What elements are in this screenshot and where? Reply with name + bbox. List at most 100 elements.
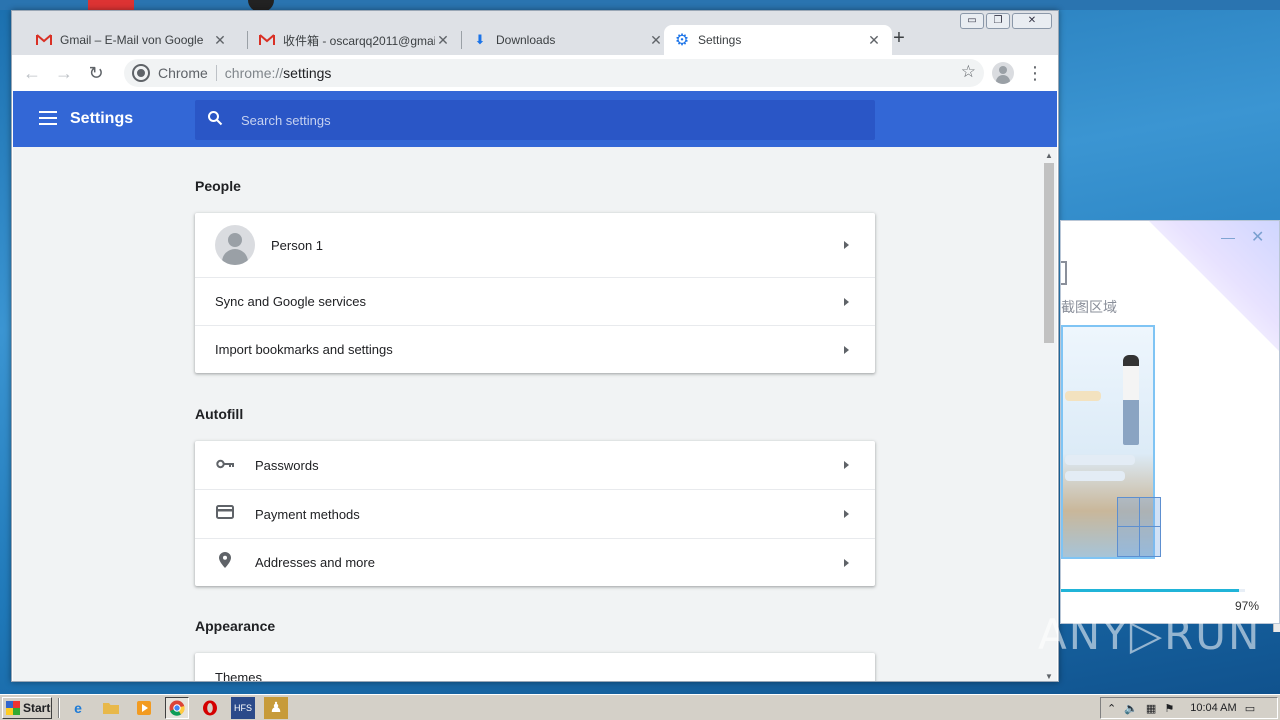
addresses-row[interactable]: Addresses and more <box>195 538 875 586</box>
chrome-icon <box>134 66 148 80</box>
reload-icon[interactable]: ↻ <box>84 61 108 85</box>
folder-icon[interactable] <box>99 697 123 719</box>
person-name: Person 1 <box>271 237 324 253</box>
section-title-autofill: Autofill <box>195 406 244 422</box>
person-figure <box>1123 355 1139 445</box>
row-label: Import bookmarks and settings <box>215 342 393 357</box>
section-title-appearance: Appearance <box>195 618 276 634</box>
scrollbar-thumb[interactable] <box>1044 163 1054 343</box>
chrome-taskbar-icon[interactable] <box>165 696 189 719</box>
person-row[interactable]: Person 1 <box>195 213 875 277</box>
url-path: settings <box>283 65 332 81</box>
credit-card-icon <box>215 504 235 524</box>
installer-caption: 截图区域 <box>1061 299 1117 315</box>
back-arrow-icon[interactable]: ← <box>20 61 44 85</box>
show-desktop-icon[interactable]: ▭ <box>1245 702 1255 715</box>
chevron-right-icon <box>844 297 849 306</box>
section-title-people: People <box>195 178 241 194</box>
sync-row[interactable]: Sync and Google services <box>195 277 875 325</box>
tab-title: 收件箱 - oscarqq2011@gmail.c <box>283 33 435 48</box>
passwords-row[interactable]: Passwords <box>195 441 875 489</box>
address-bar[interactable]: Chrome chrome:// settings ☆ <box>124 59 984 87</box>
window-controls: ▭ ❐ ✕ <box>960 13 1052 29</box>
omnibox-chip: Chrome <box>158 65 217 81</box>
import-row[interactable]: Import bookmarks and settings <box>195 325 875 373</box>
search-icon <box>195 110 235 131</box>
row-label: Addresses and more <box>255 555 375 570</box>
avatar <box>215 225 255 265</box>
tab-title: Gmail – E-Mail von Google <box>60 33 204 47</box>
location-pin-icon <box>215 552 235 573</box>
toolbar: ← → ↻ Chrome chrome:// settings ☆ ⋮ <box>12 55 1058 91</box>
close-icon[interactable]: ✕ <box>212 32 228 49</box>
download-icon: ⬇ <box>474 32 486 47</box>
close-icon[interactable]: ✕ <box>866 32 882 49</box>
close-icon[interactable]: ✕ <box>648 32 664 49</box>
kebab-menu-icon[interactable]: ⋮ <box>1026 61 1044 85</box>
progress-fill <box>1061 589 1240 592</box>
people-card: Person 1 Sync and Google services Import… <box>195 213 875 373</box>
chevron-right-icon <box>844 558 849 567</box>
bracket-icon <box>1061 261 1067 285</box>
close-icon[interactable]: ✕ <box>1251 227 1264 247</box>
themes-row[interactable]: Themes <box>195 653 875 682</box>
minimize-icon[interactable]: — <box>1221 229 1235 245</box>
app-icon[interactable]: HFS <box>231 696 255 719</box>
opera-icon[interactable] <box>198 697 222 719</box>
gmail-icon <box>36 32 52 48</box>
clock: 10:04 AM <box>1190 702 1237 714</box>
row-label: Themes <box>215 669 262 682</box>
start-label: Start <box>23 700 51 715</box>
scrollbar[interactable]: ▲ ▼ <box>1041 147 1057 681</box>
forward-arrow-icon[interactable]: → <box>52 61 76 85</box>
autofill-card: Passwords Payment methods Addresses and … <box>195 441 875 586</box>
scroll-down-icon[interactable]: ▼ <box>1045 672 1053 681</box>
chrome-window: ▭ ❐ ✕ Gmail – E-Mail von Google ✕ 收件箱 - … <box>11 10 1059 682</box>
tab-strip: ▭ ❐ ✕ Gmail – E-Mail von Google ✕ 收件箱 - … <box>12 11 1058 55</box>
desktop-background <box>0 0 1280 10</box>
settings-content: People Person 1 Sync and Google services… <box>13 147 1041 682</box>
appearance-card: Themes <box>195 653 875 682</box>
screenshot-preview-image <box>1061 325 1161 559</box>
taskbar: Start e HFS ♟ ⌃ 🔈 ▦ ⚑ 10:04 AM ▭ <box>0 694 1280 720</box>
gear-icon: ⚙ <box>674 32 690 49</box>
tray-expand-icon[interactable]: ⌃ <box>1107 702 1116 715</box>
tab-inbox[interactable]: 收件箱 - oscarqq2011@gmail.c ✕ <box>249 25 461 55</box>
tab-downloads[interactable]: ⬇ Downloads ✕ <box>462 25 674 55</box>
installer-window: — ✕ 截图区域 97% <box>1060 220 1280 624</box>
volume-icon[interactable]: 🔈 <box>1124 702 1138 715</box>
row-label: Payment methods <box>255 506 360 522</box>
row-label: Passwords <box>255 457 319 473</box>
star-icon[interactable]: ☆ <box>961 62 976 82</box>
payment-row[interactable]: Payment methods <box>195 489 875 538</box>
tab-settings[interactable]: ⚙ Settings ✕ <box>664 25 892 55</box>
new-tab-button[interactable]: + <box>888 27 910 49</box>
tab-separator <box>247 31 248 49</box>
selection-grid <box>1117 497 1161 557</box>
background-window-fragment <box>88 0 134 10</box>
start-button[interactable]: Start <box>2 696 52 719</box>
page-title: Settings <box>70 110 134 127</box>
search-settings-box[interactable] <box>195 100 875 140</box>
installer-taskbar-icon[interactable]: ♟ <box>264 696 288 719</box>
key-icon <box>215 456 235 474</box>
network-icon[interactable]: ▦ <box>1146 702 1156 715</box>
hamburger-menu-icon[interactable] <box>39 111 57 125</box>
internet-explorer-icon[interactable]: e <box>66 697 90 719</box>
close-window-button[interactable]: ✕ <box>1012 13 1052 29</box>
row-label: Sync and Google services <box>215 294 367 309</box>
chevron-right-icon <box>844 241 849 249</box>
tab-title: Downloads <box>496 33 556 47</box>
tab-gmail[interactable]: Gmail – E-Mail von Google ✕ <box>26 25 238 55</box>
close-icon[interactable]: ✕ <box>435 32 451 49</box>
chat-bubble <box>1065 455 1135 465</box>
restore-button[interactable]: ❐ <box>986 13 1010 29</box>
minimize-button[interactable]: ▭ <box>960 13 984 29</box>
search-input[interactable] <box>241 112 841 128</box>
flag-icon[interactable]: ⚑ <box>1164 702 1174 715</box>
media-player-icon[interactable] <box>132 697 156 719</box>
profile-avatar-button[interactable] <box>992 62 1014 84</box>
chevron-right-icon <box>844 510 849 518</box>
scroll-up-icon[interactable]: ▲ <box>1045 151 1053 160</box>
progress-bar <box>1061 589 1245 592</box>
